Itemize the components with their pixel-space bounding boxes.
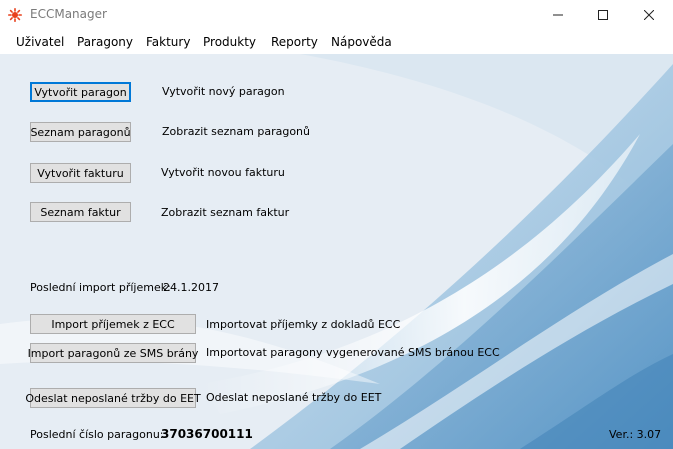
send-eet-desc: Odeslat neposlané tržby do EET [206,391,382,404]
import-sms-desc: Importovat paragony vygenerované SMS brá… [206,346,500,359]
create-invoice-button[interactable]: Vytvořit fakturu [30,163,131,183]
window-title: ECCManager [30,7,107,21]
import-sms-button[interactable]: Import paragonů ze SMS brány [28,343,198,363]
create-receipt-button[interactable]: Vytvořit paragon [30,82,131,102]
create-invoice-desc: Vytvořit novou fakturu [161,166,285,179]
import-ecc-button[interactable]: Import příjemek z ECC [30,314,196,334]
send-eet-button[interactable]: Odeslat neposlané tržby do EET [25,388,201,408]
app-window: ECCManager Uživatel Paragony Faktury Pro… [0,0,673,449]
minimize-button[interactable] [535,0,581,30]
menu-help[interactable]: Nápověda [331,35,392,49]
receipt-list-desc: Zobrazit seznam paragonů [162,125,310,138]
maximize-button[interactable] [580,0,626,30]
menu-bar: Uživatel Paragony Faktury Produkty Repor… [0,30,673,54]
minimize-icon [553,14,563,16]
import-ecc-desc: Importovat příjemky z dokladů ECC [206,318,401,331]
close-button[interactable] [626,0,672,30]
create-receipt-desc: Vytvořit nový paragon [162,85,285,98]
main-panel: Vytvořit paragon Vytvořit nový paragon S… [0,54,673,449]
last-receipt-value: 37036700111 [161,427,253,441]
version-label: Ver.: 3.07 [609,428,662,441]
last-receipt-label: Poslední číslo paragonu: [30,428,164,441]
menu-invoices[interactable]: Faktury [146,35,190,49]
last-import-value: 24.1.2017 [163,281,219,294]
last-import-label: Poslední import příjemek: [30,281,171,294]
invoice-list-button[interactable]: Seznam faktur [30,202,131,222]
menu-products[interactable]: Produkty [203,35,256,49]
invoice-list-desc: Zobrazit seznam faktur [161,206,290,219]
maximize-icon [598,10,608,20]
app-sun-icon [8,8,22,22]
title-bar[interactable]: ECCManager [0,0,673,30]
receipt-list-button[interactable]: Seznam paragonů [30,122,131,142]
menu-user[interactable]: Uživatel [16,35,64,49]
close-icon [644,10,654,20]
menu-receipts[interactable]: Paragony [77,35,133,49]
menu-reports[interactable]: Reporty [271,35,318,49]
